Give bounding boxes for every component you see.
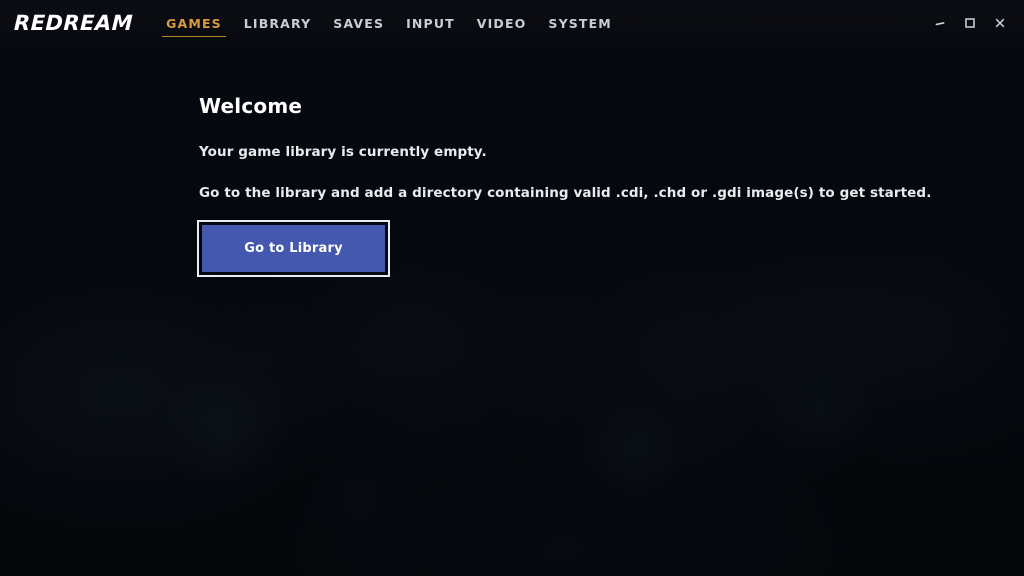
nav-item-label: INPUT bbox=[406, 15, 455, 31]
nav-item-games[interactable]: GAMES bbox=[155, 0, 233, 46]
maximize-icon[interactable] bbox=[956, 9, 984, 37]
close-icon[interactable] bbox=[986, 9, 1014, 37]
welcome-panel: Welcome Your game library is currently e… bbox=[0, 46, 1024, 277]
get-started-instructions: Go to the library and add a directory co… bbox=[199, 185, 932, 201]
main-nav: GAMES LIBRARY SAVES INPUT VIDEO SYSTEM bbox=[155, 0, 623, 46]
go-to-library-button[interactable]: Go to Library bbox=[197, 220, 390, 277]
empty-library-message: Your game library is currently empty. bbox=[199, 144, 487, 160]
nav-item-label: GAMES bbox=[166, 15, 222, 31]
nav-item-label: VIDEO bbox=[476, 15, 527, 31]
titlebar: REDREAM GAMES LIBRARY SAVES INPUT VIDEO … bbox=[0, 0, 1024, 46]
nav-item-input[interactable]: INPUT bbox=[395, 0, 466, 46]
nav-item-library[interactable]: LIBRARY bbox=[233, 0, 323, 46]
window-controls bbox=[926, 9, 1014, 37]
nav-item-system[interactable]: SYSTEM bbox=[537, 0, 622, 46]
nav-item-label: LIBRARY bbox=[243, 15, 312, 31]
minimize-icon[interactable] bbox=[926, 9, 954, 37]
page-title: Welcome bbox=[199, 94, 303, 118]
nav-item-video[interactable]: VIDEO bbox=[466, 0, 538, 46]
go-to-library-button-label: Go to Library bbox=[244, 241, 343, 256]
nav-item-label: SAVES bbox=[333, 15, 385, 31]
nav-item-label: SYSTEM bbox=[548, 15, 612, 31]
nav-item-saves[interactable]: SAVES bbox=[322, 0, 395, 46]
brand-logo: REDREAM bbox=[13, 10, 134, 35]
